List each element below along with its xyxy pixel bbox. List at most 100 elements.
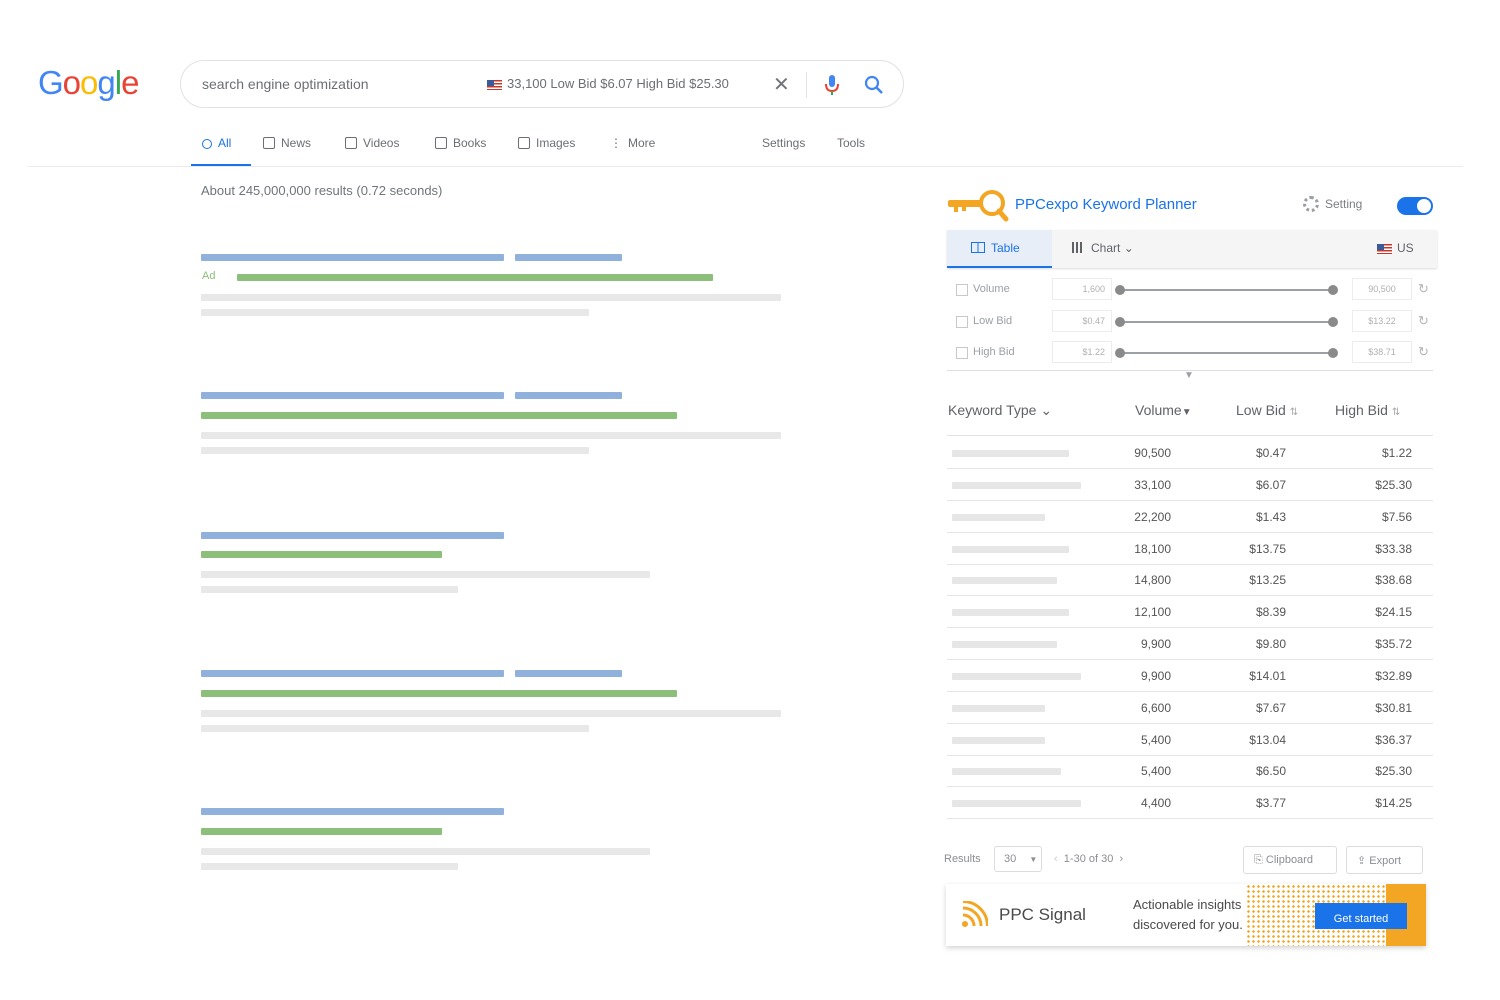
- search-box[interactable]: search engine optimization 33,100 Low Bi…: [180, 60, 904, 108]
- result-title-placeholder[interactable]: [515, 254, 622, 261]
- extension-toggle[interactable]: [1397, 197, 1433, 215]
- range-slider-track[interactable]: [1120, 352, 1334, 354]
- tab-all[interactable]: All: [202, 136, 231, 150]
- filter-min-input[interactable]: $0.47: [1052, 310, 1112, 332]
- table-row[interactable]: 4,400 $3.77 $14.25: [947, 787, 1433, 819]
- tab-more[interactable]: ⋮ More: [610, 136, 655, 150]
- volume-cell: 12,100: [1134, 605, 1171, 619]
- filter-checkbox[interactable]: [956, 347, 968, 359]
- filter-label: High Bid: [973, 346, 1015, 358]
- chevron-down-icon: ⌄: [1123, 241, 1134, 255]
- result-title-placeholder[interactable]: [201, 532, 504, 539]
- logo-letter: o: [80, 64, 98, 101]
- tab-label: All: [218, 136, 232, 150]
- filter-max-input[interactable]: 90,500: [1352, 278, 1412, 300]
- table-row[interactable]: 9,900 $14.01 $32.89: [947, 660, 1433, 692]
- filter-min-input[interactable]: 1,600: [1052, 278, 1112, 300]
- result-title-placeholder[interactable]: [201, 808, 504, 815]
- column-label: Low Bid: [1236, 402, 1286, 418]
- tab-label: More: [628, 136, 656, 150]
- result-title-placeholder[interactable]: [201, 254, 504, 261]
- result-snippet-placeholder: [201, 863, 458, 870]
- range-slider-min-handle[interactable]: [1115, 285, 1125, 295]
- export-button[interactable]: ⇪ Export: [1346, 846, 1423, 874]
- high-bid-cell: $7.56: [1381, 510, 1412, 524]
- results-per-page-select[interactable]: 30 ▼: [994, 846, 1042, 872]
- bar-chart-icon: [1072, 242, 1085, 253]
- high-bid-cell: $25.30: [1375, 764, 1412, 778]
- range-slider-track[interactable]: [1120, 321, 1334, 323]
- result-title-placeholder[interactable]: [201, 670, 504, 677]
- column-header-low-bid[interactable]: Low Bid ⇅: [1236, 402, 1298, 418]
- result-title-placeholder[interactable]: [515, 392, 622, 399]
- filter-label: Volume: [973, 283, 1010, 295]
- filter-checkbox[interactable]: [956, 316, 968, 328]
- filter-checkbox[interactable]: [956, 284, 968, 296]
- high-bid-cell: $38.68: [1375, 573, 1412, 587]
- tab-chart[interactable]: Chart ⌄: [1072, 241, 1134, 255]
- range-slider-track[interactable]: [1120, 289, 1334, 291]
- keyword-placeholder: [952, 768, 1061, 775]
- low-bid-cell: $9.80: [1255, 637, 1286, 651]
- table-row[interactable]: 5,400 $13.04 $36.37: [947, 724, 1433, 756]
- tab-videos[interactable]: Videos: [345, 136, 399, 150]
- tab-books[interactable]: Books: [435, 136, 486, 150]
- table-row[interactable]: 90,500 $0.47 $1.22: [947, 437, 1433, 469]
- low-bid-cell: $3.77: [1255, 796, 1286, 810]
- range-slider-min-handle[interactable]: [1115, 317, 1125, 327]
- table-row[interactable]: 6,600 $7.67 $30.81: [947, 692, 1433, 724]
- setting-button[interactable]: Setting: [1303, 196, 1362, 212]
- range-slider-max-handle[interactable]: [1328, 285, 1338, 295]
- search-input[interactable]: search engine optimization: [202, 76, 369, 92]
- table-row[interactable]: 5,400 $6.50 $25.30: [947, 755, 1433, 787]
- tab-news[interactable]: News: [263, 136, 311, 150]
- next-page-icon[interactable]: ›: [1119, 853, 1123, 865]
- table-row[interactable]: 33,100 $6.07 $25.30: [947, 469, 1433, 501]
- filter-min-input[interactable]: $1.22: [1052, 341, 1112, 363]
- filter-max-input[interactable]: $13.22: [1352, 310, 1412, 332]
- search-icon[interactable]: [863, 74, 885, 96]
- table-row[interactable]: 18,100 $13.75 $33.38: [947, 533, 1433, 565]
- reset-icon[interactable]: ↻: [1418, 281, 1429, 297]
- country-selector[interactable]: US: [1377, 241, 1414, 255]
- settings-link[interactable]: Settings: [762, 136, 805, 150]
- range-slider-max-handle[interactable]: [1328, 317, 1338, 327]
- clipboard-button[interactable]: ⎘ Clipboard: [1243, 846, 1337, 874]
- filter-max-input[interactable]: $38.71: [1352, 341, 1412, 363]
- logo-letter: g: [97, 64, 115, 101]
- tab-images[interactable]: Images: [518, 136, 575, 150]
- result-title-placeholder[interactable]: [515, 670, 622, 677]
- collapse-filters-icon[interactable]: ▼: [1184, 370, 1194, 381]
- volume-cell: 6,600: [1140, 701, 1171, 715]
- result-url-placeholder: [201, 551, 442, 558]
- table-row[interactable]: 22,200 $1.43 $7.56: [947, 501, 1433, 533]
- tools-link[interactable]: Tools: [837, 136, 865, 150]
- column-header-keyword-type[interactable]: Keyword Type ⌄: [948, 402, 1052, 419]
- reset-icon[interactable]: ↻: [1418, 313, 1429, 329]
- filter-label: Low Bid: [973, 315, 1013, 327]
- result-title-placeholder[interactable]: [201, 392, 504, 399]
- table-row[interactable]: 14,800 $13.25 $38.68: [947, 564, 1433, 596]
- volume-cell: 22,200: [1134, 510, 1171, 524]
- ppc-signal-brand: PPC Signal: [999, 905, 1086, 924]
- prev-page-icon[interactable]: ‹: [1054, 853, 1058, 865]
- tab-table[interactable]: Table: [947, 230, 1052, 268]
- column-header-volume[interactable]: Volume▼: [1135, 402, 1192, 418]
- clear-icon[interactable]: ✕: [773, 72, 790, 97]
- google-logo[interactable]: Google: [38, 64, 139, 102]
- keyword-placeholder: [952, 800, 1081, 807]
- volume-cell: 90,500: [1134, 446, 1171, 460]
- table-row[interactable]: 12,100 $8.39 $24.15: [947, 596, 1433, 628]
- table-row[interactable]: 9,900 $9.80 $35.72: [947, 628, 1433, 660]
- logo-letter: G: [38, 64, 64, 101]
- get-started-button[interactable]: Get started: [1315, 903, 1407, 929]
- reset-icon[interactable]: ↻: [1418, 344, 1429, 360]
- header-divider: [28, 166, 1463, 167]
- range-slider-max-handle[interactable]: [1328, 348, 1338, 358]
- ppc-signal-banner[interactable]: PPC Signal Actionable insights discovere…: [946, 884, 1426, 946]
- logo-letter: e: [121, 64, 139, 101]
- keyword-placeholder: [952, 641, 1057, 648]
- column-header-high-bid[interactable]: High Bid ⇅: [1335, 402, 1400, 418]
- microphone-icon[interactable]: [824, 73, 840, 97]
- range-slider-min-handle[interactable]: [1115, 348, 1125, 358]
